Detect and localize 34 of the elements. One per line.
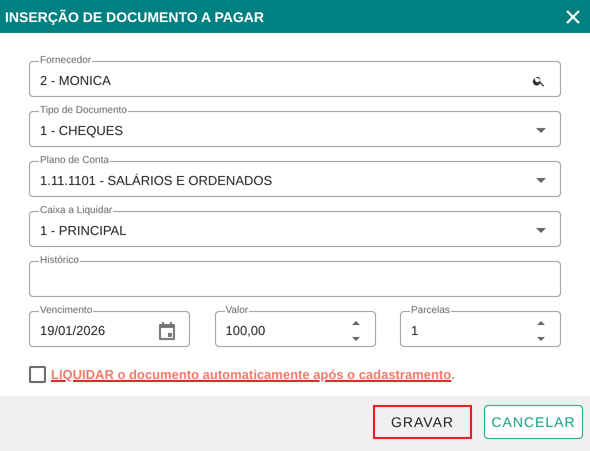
select-field[interactable]: Tipo de Documento 1 - CHEQUES (29, 106, 561, 147)
field-label: Histórico (39, 256, 80, 266)
spinner-arrows-icon[interactable] (536, 320, 546, 342)
field-label: Vencimento (39, 306, 94, 316)
field-value: 1 (411, 323, 420, 338)
date-field[interactable]: Vencimento 19/01/2026 (29, 306, 190, 347)
field-value: 1 - CHEQUES (40, 123, 124, 138)
field-value: 2 - MONICA (40, 73, 112, 88)
checkbox-label: LIQUIDAR o documento automaticamente após o cadastramento. (51, 367, 455, 382)
window-title: INSERÇÃO DE DOCUMENTO A PAGAR (5, 8, 264, 24)
number-field[interactable]: Parcelas 1 (400, 306, 561, 347)
calendar-icon[interactable] (159, 322, 175, 340)
field-value: 1.11.1101 - SALÁRIOS E ORDENADOS (40, 173, 274, 188)
field-label: Tipo de Documento (39, 106, 128, 116)
field-label: Caixa a Liquidar (39, 206, 114, 216)
field-value: 1 - PRINCIPAL (40, 223, 128, 238)
field-label: Parcelas (410, 306, 451, 316)
select-field[interactable]: Caixa a Liquidar 1 - PRINCIPAL (29, 206, 561, 247)
field-label: Fornecedor (39, 56, 92, 66)
dropdown-caret-icon[interactable] (536, 178, 546, 183)
field-value: 100,00 (226, 323, 266, 338)
checkbox[interactable] (29, 366, 46, 383)
field-label: Valor (224, 306, 250, 316)
dropdown-caret-icon[interactable] (536, 128, 546, 133)
number-field[interactable]: Valor 100,00 (214, 306, 376, 347)
save-button[interactable]: GRAVAR (373, 404, 472, 438)
spinner-arrows-icon[interactable] (350, 320, 360, 342)
select-field[interactable]: Plano de Conta 1.11.1101 - SALÁRIOS E ORDENADOS (29, 156, 561, 197)
field-value: 19/01/2026 (40, 323, 106, 338)
search-field[interactable]: Fornecedor 2 - MONICA (29, 56, 561, 97)
dropdown-caret-icon[interactable] (536, 228, 546, 233)
field-label: Plano de Conta (39, 156, 110, 166)
close-icon[interactable] (566, 10, 580, 24)
input-field[interactable]: Histórico (29, 256, 561, 297)
